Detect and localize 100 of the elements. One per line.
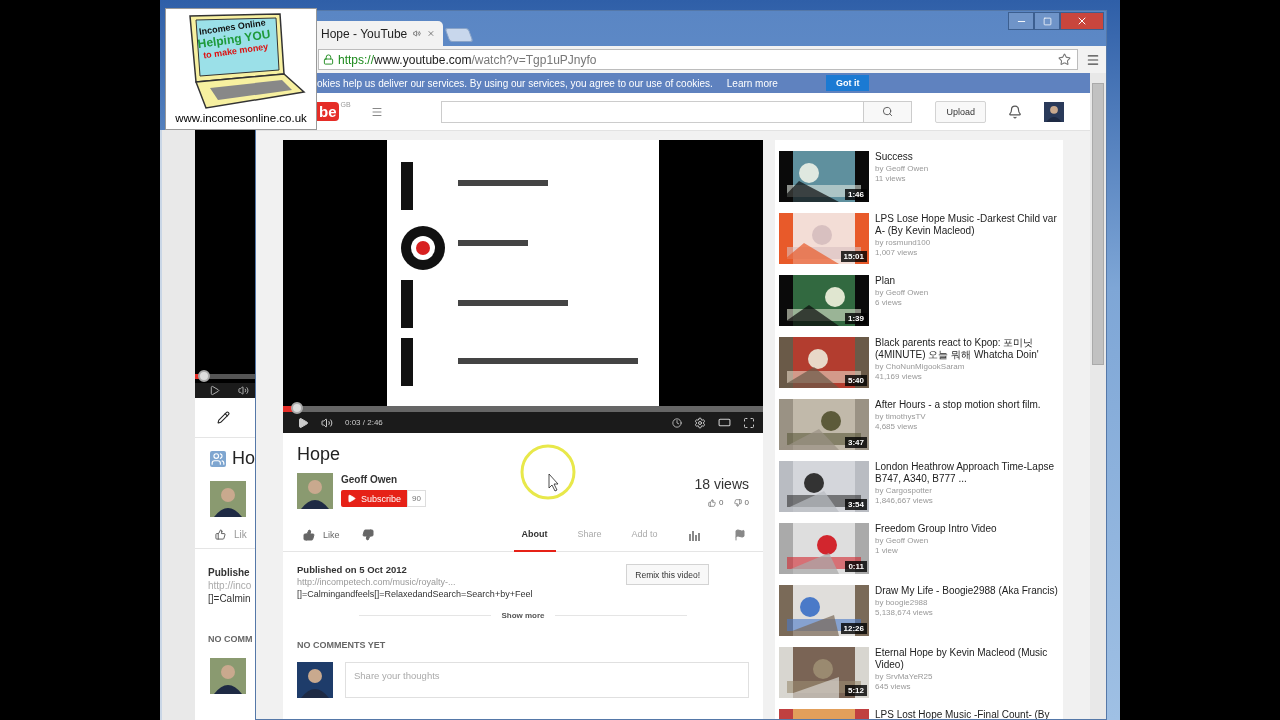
duration-label: 15:01 [840,251,867,262]
view-count: 11 views [875,174,907,183]
duration-label: 12:26 [840,623,867,634]
thumbs-up-icon [708,498,717,507]
channel-name: by boogie2988 [875,598,929,607]
time-display: 0:03 / 2:46 [345,418,384,427]
like-count: 0 [719,498,724,507]
channel-name: by SrvMaYeR25 [875,672,934,681]
comments-heading: NO COMMENTS YET [297,640,387,650]
comment-field[interactable]: Share your thoughts [345,662,749,698]
avatar [210,481,246,517]
view-count: 1,846,667 views [875,496,934,505]
thumbs-down-icon [733,498,742,507]
volume-icon[interactable] [321,416,333,429]
new-tab-button[interactable] [444,28,474,42]
description-text: []=Calmingandfeels[]=RelaxedandSearch=Search+by+Feel [297,589,533,599]
avatar [297,662,333,698]
view-count: 41,169 views [875,372,923,381]
view-count: 1,007 views [875,248,919,257]
duration-label: 5:40 [845,375,867,386]
progress-thumb[interactable] [198,370,210,382]
user-icon [210,450,226,467]
dislike-icon[interactable] [361,529,374,541]
duration-label: 1:39 [845,313,867,324]
remix-button[interactable]: Remix this video! [626,564,709,585]
video-link[interactable]: Draw My Life - Boogie2988 (Aka Francis) [875,585,1061,597]
video-link[interactable]: LPS Lose Hope Music -Darkest Child var A- (By Kevin Macleod) [875,213,1061,237]
play-icon[interactable] [209,385,220,396]
avatar [1044,101,1064,122]
lock-icon [323,54,334,65]
volume-icon[interactable] [238,385,249,396]
fullscreen-icon[interactable] [743,416,755,429]
avatar [210,658,246,694]
duration-label: 1:46 [845,189,867,200]
maximize-button[interactable] [1034,12,1060,30]
view-count: 18 views [694,476,749,492]
bell-icon[interactable] [1008,104,1022,119]
video-link[interactable]: Success [875,151,1061,163]
speaker-icon [413,29,422,38]
maximize-icon [1042,16,1052,26]
video-link[interactable]: Eternal Hope by Kevin Macleod (Music Video) [875,647,1061,671]
thumbs-up-icon[interactable] [215,529,226,540]
video-link[interactable]: Plan [875,275,1061,287]
view-count: 6 views [875,298,903,307]
video-link[interactable]: After Hours - a stop motion short film. [875,399,1061,411]
video-title: Hope [297,444,342,465]
cookie-text: okies help us deliver our services. By using our services, you agree to our use of cookies. [317,77,713,89]
channel-name: by Geoff Owen [875,164,930,173]
comments-heading: NO COMM [208,634,254,644]
subscribe-button[interactable]: Subscribe [341,490,408,507]
like-button[interactable]: Like [303,529,340,541]
published-date: Published on 5 Oct 2012 [297,564,408,575]
logo[interactable]: be [317,102,339,121]
video-title: Ho [232,448,255,469]
search-icon [881,106,893,117]
stats-icon[interactable] [687,529,700,541]
video-link[interactable]: Freedom Group Intro Video [875,523,1061,535]
clock-icon[interactable] [672,417,682,428]
duration-label: 0:11 [845,561,867,572]
video-link[interactable]: London Heathrow Approach Time-Lapse B747, A340, B777 ... [875,461,1061,485]
address-bar[interactable]: https://www.youtube.com/watch?v=Tgp1uPJnyfo [318,49,1078,70]
avatar [297,473,333,509]
channel-name: by Cargospotter [875,486,933,495]
scrollbar[interactable] [1090,73,1106,719]
channel-name[interactable]: Geoff Owen [341,474,426,485]
got-it-button[interactable]: Got it [825,75,870,91]
show-more-button[interactable]: Show more [501,611,545,620]
upload-button[interactable]: Upload [935,100,986,123]
tab[interactable]: About [513,518,556,552]
dislike-count: 0 [744,498,749,507]
view-count: 5,138,674 views [875,608,934,617]
logo-url: www.incomesonline.co.uk [175,112,307,124]
channel-name: by Geoff Owen [875,536,930,545]
thumbs-up-icon [303,529,315,541]
learn-more-link[interactable]: Learn more [726,77,778,89]
play-icon[interactable] [297,416,309,429]
channel-name: by Geoff Owen [875,288,930,297]
settings-icon[interactable] [694,416,706,429]
play-icon [347,494,356,503]
description-text: []=Calmin [208,593,252,604]
flag-icon[interactable] [733,529,746,541]
channel-name: by rosmund100 [875,238,932,247]
channel-name: by timothysTV [875,412,927,421]
subscriber-count: 90 [407,490,426,507]
search-field[interactable] [440,100,864,123]
menu-icon[interactable] [370,105,383,118]
duration-label: 3:47 [845,437,867,448]
pencil-icon[interactable] [217,411,230,424]
view-count: 4,685 views [875,422,919,431]
video-link[interactable]: Black parents react to Kpop: 포미닛 (4MINUTE) 오늘 뭐해 Whatcha Doin' [875,337,1061,361]
channel-name: by ChoNunMigookSaram [875,362,966,371]
star-icon[interactable] [1058,53,1071,66]
close-icon [1076,15,1088,27]
duration-label: 5:12 [845,685,867,696]
published-date: Publishe [208,567,251,578]
view-count: 645 views [875,682,912,691]
theater-icon[interactable] [718,416,731,429]
duration-label: 3:54 [845,499,867,510]
menu-icon[interactable] [1086,52,1100,67]
view-count: 1 view [875,546,899,555]
